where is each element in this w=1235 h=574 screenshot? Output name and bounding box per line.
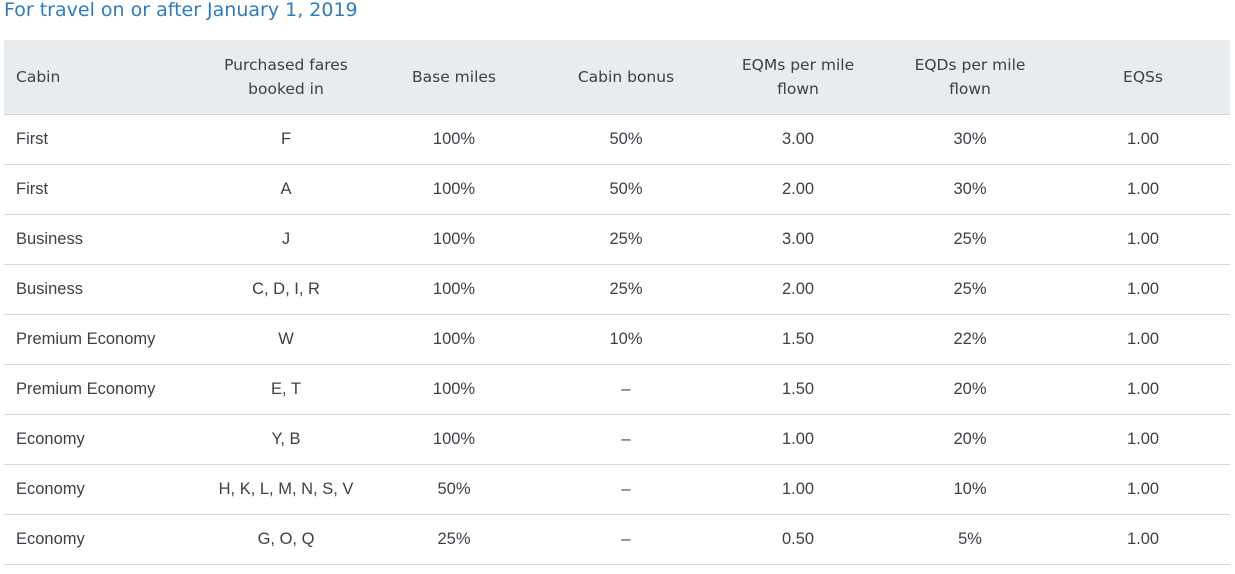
eqms-cell: 0.50: [712, 514, 884, 565]
header-label: EQSs: [1123, 67, 1163, 86]
fare-classes-cell: C, D, I, R: [204, 264, 368, 315]
header-label: Base miles: [412, 67, 496, 86]
base-miles-cell: 25%: [368, 514, 540, 565]
fare-classes-cell: J: [204, 214, 368, 265]
cabin-bonus-cell: 25%: [540, 214, 712, 265]
base-miles-cell: 50%: [368, 464, 540, 515]
cabin-cell: Economy: [4, 464, 204, 515]
cabin-cell: Premium Economy: [4, 314, 204, 365]
eqms-cell: 1.50: [712, 364, 884, 415]
cabin-bonus-cell: 25%: [540, 264, 712, 315]
table-row: Premium Economy W 100% 10% 1.50 22% 1.00: [4, 314, 1230, 365]
header-label: EQMs per mile: [741, 55, 855, 74]
eqds-cell: 5%: [884, 514, 1056, 565]
header-label: flown: [949, 79, 991, 98]
header-base-miles: Base miles: [368, 40, 540, 115]
eqds-cell: 20%: [884, 364, 1056, 415]
fare-classes-cell: A: [204, 164, 368, 215]
eqms-cell: 1.00: [712, 414, 884, 465]
table-row: Economy G, O, Q 25% –0.50 5% 1.00: [4, 514, 1230, 565]
eqms-cell: 1.00: [712, 464, 884, 515]
header-label: Cabin bonus: [577, 67, 675, 86]
header-eqds: EQDs per mile flown: [884, 40, 1056, 115]
table-row: Business C, D, I, R 100% 25% 2.00 25% 1.00: [4, 264, 1230, 315]
header-label: Purchased fares: [224, 55, 348, 74]
eqss-cell: 1.00: [1056, 214, 1230, 265]
cabin-bonus-cell: –: [540, 464, 712, 515]
page-title: For travel on or after January 1, 2019: [4, 0, 358, 21]
cabin-bonus-cell: 50%: [540, 114, 712, 165]
fare-classes-cell: H, K, L, M, N, S, V: [204, 464, 368, 515]
header-label: EQDs per mile: [914, 55, 1026, 74]
header-label: flown: [777, 79, 819, 98]
header-fare-classes: Purchased fares booked in: [204, 40, 368, 115]
base-miles-cell: 100%: [368, 364, 540, 415]
eqds-cell: 25%: [884, 264, 1056, 315]
table-row: Economy H, K, L, M, N, S, V 50% –1.00 10% 1.0…: [4, 464, 1230, 515]
table-row: First F 100% 50% 3.00 30% 1.00: [4, 114, 1230, 165]
cabin-cell: First: [4, 164, 204, 215]
eqss-cell: 1.00: [1056, 114, 1230, 165]
cabin-bonus-cell: 10%: [540, 314, 712, 365]
cabin-bonus-cell: –: [540, 414, 712, 465]
table-header-row: Cabin Purchased fares booked in Base mile…: [4, 40, 1230, 115]
header-eqss: EQSs: [1056, 40, 1230, 115]
cabin-cell: Business: [4, 264, 204, 315]
base-miles-cell: 100%: [368, 414, 540, 465]
cabin-cell: First: [4, 114, 204, 165]
fare-classes-cell: G, O, Q: [204, 514, 368, 565]
eqss-cell: 1.00: [1056, 464, 1230, 515]
header-label: Cabin: [16, 67, 61, 86]
base-miles-cell: 100%: [368, 114, 540, 165]
cabin-cell: Premium Economy: [4, 364, 204, 415]
eqds-cell: 22%: [884, 314, 1056, 365]
eqds-cell: 25%: [884, 214, 1056, 265]
header-cabin-bonus: Cabin bonus: [540, 40, 712, 115]
table-row: First A 100% 50% 2.00 30% 1.00: [4, 164, 1230, 215]
eqss-cell: 1.00: [1056, 164, 1230, 215]
eqds-cell: 10%: [884, 464, 1056, 515]
eqms-cell: 3.00: [712, 214, 884, 265]
eqss-cell: 1.00: [1056, 514, 1230, 565]
base-miles-cell: 100%: [368, 214, 540, 265]
cabin-bonus-cell: –: [540, 364, 712, 415]
cabin-bonus-cell: 50%: [540, 164, 712, 215]
header-eqms: EQMs per mile flown: [712, 40, 884, 115]
eqms-cell: 2.00: [712, 264, 884, 315]
eqds-cell: 30%: [884, 164, 1056, 215]
eqms-cell: 1.50: [712, 314, 884, 365]
base-miles-cell: 100%: [368, 314, 540, 365]
table-body: First F 100% 50% 3.00 30% 1.00 First A 100% 50% 2.0…: [4, 114, 1230, 565]
base-miles-cell: 100%: [368, 264, 540, 315]
eqss-cell: 1.00: [1056, 264, 1230, 315]
header-label: booked in: [248, 79, 324, 98]
eqds-cell: 20%: [884, 414, 1056, 465]
cabin-cell: Business: [4, 214, 204, 265]
eqss-cell: 1.00: [1056, 314, 1230, 365]
eqms-cell: 3.00: [712, 114, 884, 165]
fare-classes-cell: F: [204, 114, 368, 165]
cabin-cell: Economy: [4, 514, 204, 565]
header-cabin: Cabin: [4, 40, 204, 115]
eqms-cell: 2.00: [712, 164, 884, 215]
table-row: Premium Economy E, T 100% –1.50 20% 1.00: [4, 364, 1230, 415]
eqds-cell: 30%: [884, 114, 1056, 165]
base-miles-cell: 100%: [368, 164, 540, 215]
fare-classes-cell: E, T: [204, 364, 368, 415]
cabin-cell: Economy: [4, 414, 204, 465]
eqss-cell: 1.00: [1056, 414, 1230, 465]
fare-classes-cell: W: [204, 314, 368, 365]
eqss-cell: 1.00: [1056, 364, 1230, 415]
fare-classes-cell: Y, B: [204, 414, 368, 465]
cabin-bonus-cell: –: [540, 514, 712, 565]
table-row: Business J 100% 25% 3.00 25% 1.00: [4, 214, 1230, 265]
earning-chart-table: Cabin Purchased fares booked in Base mile…: [4, 40, 1230, 565]
table-row: Economy Y, B 100% –1.00 20% 1.00: [4, 414, 1230, 465]
